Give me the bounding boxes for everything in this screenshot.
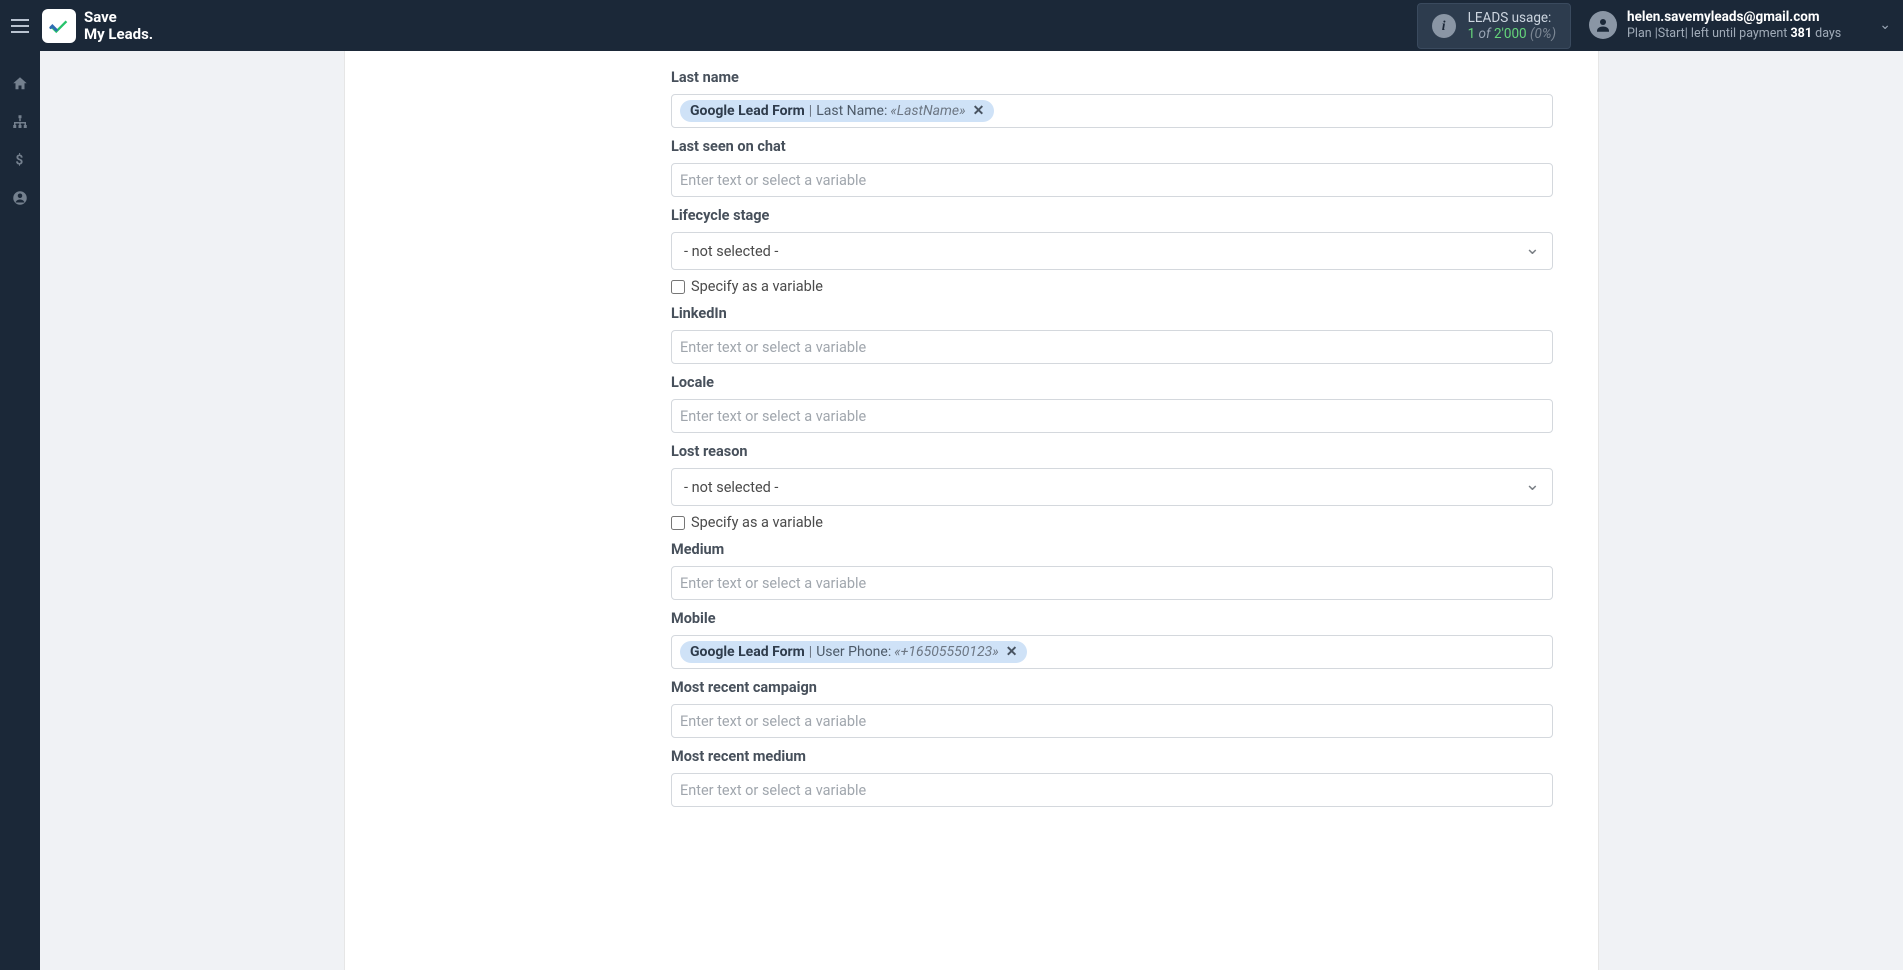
- checkbox-lost-reason-variable[interactable]: Specify as a variable: [671, 514, 1553, 531]
- usage-count: 1: [1468, 26, 1476, 42]
- select-value: - not selected -: [684, 479, 778, 496]
- input-locale[interactable]: Enter text or select a variable: [671, 399, 1553, 433]
- form-card: Last name Google Lead Form | Last Name: …: [344, 51, 1599, 970]
- app-logo[interactable]: [42, 9, 76, 43]
- select-value: - not selected -: [684, 243, 778, 260]
- input-medium[interactable]: Enter text or select a variable: [671, 566, 1553, 600]
- nav-connections-icon[interactable]: [0, 103, 40, 141]
- brand-line2: My Leads.: [84, 26, 153, 43]
- brand-line1: Save: [84, 9, 153, 26]
- days-num: 381: [1791, 26, 1813, 41]
- field-most-recent-campaign: Most recent campaign Enter text or selec…: [345, 679, 1553, 738]
- user-text: helen.savemyleads@gmail.com Plan |Start|…: [1627, 9, 1841, 43]
- input-most-recent-campaign[interactable]: Enter text or select a variable: [671, 704, 1553, 738]
- checkbox-input[interactable]: [671, 516, 685, 530]
- label-locale: Locale: [671, 374, 1553, 391]
- field-mobile: Mobile Google Lead Form | User Phone: «+…: [345, 610, 1553, 669]
- checkbox-lifecycle-variable[interactable]: Specify as a variable: [671, 278, 1553, 295]
- field-medium: Medium Enter text or select a variable: [345, 541, 1553, 600]
- field-locale: Locale Enter text or select a variable: [345, 374, 1553, 433]
- chip-separator: |: [809, 103, 812, 119]
- input-most-recent-medium[interactable]: Enter text or select a variable: [671, 773, 1553, 807]
- label-lost-reason: Lost reason: [671, 443, 1553, 460]
- field-most-recent-medium: Most recent medium Enter text or select …: [345, 748, 1553, 807]
- usage-values: 1 of 2'000 (0%): [1468, 26, 1556, 42]
- left-text: | left until payment: [1685, 26, 1788, 41]
- user-menu[interactable]: helen.savemyleads@gmail.com Plan |Start|…: [1589, 9, 1891, 43]
- usage-pct: (0%): [1530, 26, 1556, 42]
- field-lost-reason: Lost reason - not selected - Specify as …: [345, 443, 1553, 531]
- label-last-name: Last name: [671, 69, 1553, 86]
- main-content[interactable]: Last name Google Lead Form | Last Name: …: [40, 51, 1903, 970]
- days-word: days: [1815, 26, 1841, 41]
- label-linkedin: LinkedIn: [671, 305, 1553, 322]
- field-lifecycle-stage: Lifecycle stage - not selected - Specify…: [345, 207, 1553, 295]
- user-plan-line: Plan |Start| left until payment 381 days: [1627, 26, 1841, 42]
- sidebar: $: [0, 51, 40, 970]
- menu-icon[interactable]: [8, 14, 32, 38]
- checkbox-label: Specify as a variable: [691, 514, 823, 531]
- chip-mobile[interactable]: Google Lead Form | User Phone: «+1650555…: [680, 641, 1027, 663]
- chip-separator: |: [809, 644, 812, 660]
- brand-name: Save My Leads.: [84, 9, 153, 42]
- input-linkedin[interactable]: Enter text or select a variable: [671, 330, 1553, 364]
- checkbox-label: Specify as a variable: [691, 278, 823, 295]
- chip-source: Google Lead Form: [690, 644, 805, 660]
- input-last-name[interactable]: Google Lead Form | Last Name: «LastName»…: [671, 94, 1553, 128]
- label-mobile: Mobile: [671, 610, 1553, 627]
- user-email: helen.savemyleads@gmail.com: [1627, 9, 1841, 27]
- field-last-name: Last name Google Lead Form | Last Name: …: [345, 69, 1553, 128]
- field-linkedin: LinkedIn Enter text or select a variable: [345, 305, 1553, 364]
- leads-usage-box[interactable]: i LEADS usage: 1 of 2'000 (0%): [1417, 3, 1571, 49]
- label-most-recent-medium: Most recent medium: [671, 748, 1553, 765]
- input-mobile[interactable]: Google Lead Form | User Phone: «+1650555…: [671, 635, 1553, 669]
- plan-value: Start: [1658, 26, 1685, 41]
- select-lifecycle-stage[interactable]: - not selected -: [671, 232, 1553, 270]
- input-last-seen-chat[interactable]: Enter text or select a variable: [671, 163, 1553, 197]
- svg-text:$: $: [16, 153, 24, 169]
- usage-title: LEADS usage:: [1468, 10, 1556, 26]
- plan-label: Plan |: [1627, 26, 1658, 41]
- chip-last-name[interactable]: Google Lead Form | Last Name: «LastName»…: [680, 100, 994, 122]
- label-medium: Medium: [671, 541, 1553, 558]
- chip-label: User Phone:: [816, 644, 891, 660]
- chip-remove-icon[interactable]: ✕: [973, 103, 985, 119]
- label-most-recent-campaign: Most recent campaign: [671, 679, 1553, 696]
- chevron-down-icon[interactable]: ⌄: [1879, 17, 1891, 33]
- chip-source: Google Lead Form: [690, 103, 805, 119]
- chevron-down-icon: [1525, 241, 1540, 262]
- top-bar: Save My Leads. i LEADS usage: 1 of 2'000…: [0, 0, 1903, 51]
- nav-home-icon[interactable]: [0, 65, 40, 103]
- chip-label: Last Name:: [816, 103, 887, 119]
- usage-total: 2'000: [1494, 26, 1527, 42]
- chip-value: «LastName»: [890, 103, 965, 119]
- label-lifecycle-stage: Lifecycle stage: [671, 207, 1553, 224]
- field-last-seen-chat: Last seen on chat Enter text or select a…: [345, 138, 1553, 197]
- chevron-down-icon: [1525, 477, 1540, 498]
- usage-of: of: [1479, 26, 1491, 42]
- chip-value: «+16505550123»: [894, 644, 999, 660]
- select-lost-reason[interactable]: - not selected -: [671, 468, 1553, 506]
- chip-remove-icon[interactable]: ✕: [1006, 644, 1018, 660]
- info-icon: i: [1432, 14, 1456, 38]
- label-last-seen-chat: Last seen on chat: [671, 138, 1553, 155]
- user-avatar-icon: [1589, 11, 1617, 39]
- nav-billing-icon[interactable]: $: [0, 141, 40, 179]
- nav-account-icon[interactable]: [0, 179, 40, 217]
- checkbox-input[interactable]: [671, 280, 685, 294]
